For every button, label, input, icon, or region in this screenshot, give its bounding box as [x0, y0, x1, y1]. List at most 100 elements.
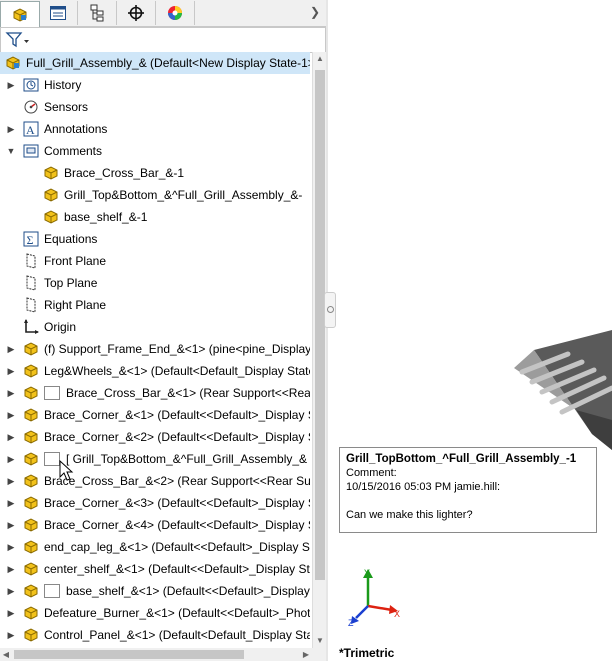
tree-item[interactable]: ▶ base_shelf_&<1> (Default<<Default>_Disp… [6, 580, 310, 602]
list-icon [50, 6, 66, 20]
plane-icon [22, 274, 40, 292]
tree-item-label: Brace_Cross_Bar_&-1 [64, 166, 185, 180]
tree-item[interactable]: ▶ Brace_Corner_&<2> (Default<<Default>_Di… [6, 426, 310, 448]
tree-item-label: [ Grill_Top&Bottom_&^Full_Grill_Assembly… [66, 452, 308, 466]
comment-indicator-icon[interactable] [44, 584, 60, 598]
expand-arrow-icon[interactable]: ▶ [6, 602, 16, 624]
tree-item[interactable]: ▶ Brace_Cross_Bar_&<1> (Rear Support<<Rea… [6, 382, 310, 404]
tree-root[interactable]: Full_Grill_Assembly_& (Default<New Displ… [0, 52, 310, 74]
horizontal-scrollbar[interactable]: ◀ ▶ [0, 648, 326, 661]
color-wheel-icon [168, 6, 182, 20]
part-icon [22, 406, 40, 424]
tree-item[interactable]: Front Plane [6, 250, 106, 272]
configuration-manager-tab[interactable] [78, 1, 117, 25]
sensor-icon [22, 98, 40, 116]
comment-folder-icon [22, 142, 40, 160]
tree-item-label: Brace_Cross_Bar_&<1> (Rear Support<<Rear [66, 386, 310, 400]
tree-item[interactable]: ▼ Comments [6, 140, 102, 162]
part-icon [22, 494, 40, 512]
tree-item[interactable]: ▶ A Annotations [6, 118, 107, 140]
expand-arrow-icon[interactable]: ▶ [6, 580, 16, 602]
tree-item-label: Equations [44, 232, 98, 246]
grill-model-viewport[interactable] [500, 330, 612, 450]
comment-indicator-icon[interactable] [44, 386, 60, 400]
scroll-right-icon[interactable]: ▶ [300, 648, 312, 662]
feature-manager-tab[interactable] [0, 1, 40, 27]
origin-icon [22, 318, 40, 336]
tree-item[interactable]: Origin [6, 316, 76, 338]
tree-item[interactable]: ▶ [ Grill_Top&Bottom_&^Full_Grill_Assembl… [6, 448, 307, 470]
expand-arrow-icon[interactable]: ▶ [6, 514, 16, 536]
tree-item-label: Front Plane [44, 254, 107, 268]
expand-arrow-icon[interactable]: ▶ [6, 118, 16, 140]
scroll-up-icon[interactable]: ▲ [313, 52, 327, 66]
horizontal-scroll-thumb[interactable] [14, 650, 244, 659]
manager-tabs: ❯ [0, 0, 326, 27]
reference-triad: Y X Z [348, 568, 400, 628]
tree-item[interactable]: ▶ Defeature_Burner_&<1> (Default<<Default… [6, 602, 310, 624]
tree-item[interactable]: ▶ Leg&Wheels_&<1> (Default<Default_Displa… [6, 360, 310, 382]
tree-item[interactable]: ▶ Brace_Cross_Bar_&<2> (Rear Support<<Rea… [6, 470, 310, 492]
tree-item[interactable]: ▶ History [6, 74, 82, 96]
tree-item-label: end_cap_leg_&<1> (Default<<Default>_Disp… [44, 540, 310, 554]
splitter-grip[interactable] [324, 292, 336, 328]
tree-item[interactable]: Right Plane [6, 294, 106, 316]
panel-splitter[interactable] [326, 0, 328, 661]
tree-item[interactable]: ▶ Brace_Corner_&<1> (Default<<Default>_Di… [6, 404, 310, 426]
equation-icon: Σ [22, 230, 40, 248]
crosshair-icon [128, 5, 144, 21]
tree-item-label: Top Plane [44, 276, 98, 290]
tree-item[interactable]: ▶ end_cap_leg_&<1> (Default<<Default>_Dis… [6, 536, 310, 558]
chevron-right-icon[interactable]: ❯ [308, 4, 322, 20]
vertical-scrollbar[interactable]: ▲ ▼ [312, 52, 327, 648]
tree-item[interactable]: Σ Equations [6, 228, 97, 250]
tree-item-label: Origin [44, 320, 77, 334]
part-icon [22, 384, 40, 402]
collapse-arrow-icon[interactable]: ▼ [6, 140, 16, 162]
expand-arrow-icon[interactable]: ▶ [6, 426, 16, 448]
expand-arrow-icon[interactable]: ▶ [6, 492, 16, 514]
tree-item[interactable]: ▶ center_shelf_&<1> (Default<<Default>_Di… [6, 558, 310, 580]
tree-item[interactable]: ▶ Brace_Corner_&<4> (Default<<Default>_Di… [6, 514, 310, 536]
part-icon [22, 560, 40, 578]
tree-item-label: Brace_Corner_&<2> (Default<<Default>_Dis… [44, 430, 310, 444]
expand-arrow-icon[interactable]: ▶ [6, 382, 16, 404]
tree-item[interactable]: Top Plane [6, 272, 97, 294]
expand-arrow-icon[interactable]: ▶ [6, 338, 16, 360]
scroll-left-icon[interactable]: ◀ [0, 648, 12, 662]
tree-item-label: Defeature_Burner_&<1> (Default<<Default>… [44, 606, 310, 620]
tree-item-label: Brace_Corner_&<1> (Default<<Default>_Dis… [44, 408, 310, 422]
tree-item[interactable]: Sensors [6, 96, 88, 118]
expand-arrow-icon[interactable]: ▶ [6, 404, 16, 426]
expand-arrow-icon[interactable]: ▶ [6, 448, 16, 470]
tree-item[interactable]: ▶ Brace_Corner_&<3> (Default<<Default>_Di… [6, 492, 310, 514]
tree-item-label: Leg&Wheels_&<1> (Default<Default_Display… [44, 364, 310, 378]
expand-arrow-icon[interactable]: ▶ [6, 558, 16, 580]
part-icon [42, 186, 60, 204]
expand-arrow-icon[interactable]: ▶ [6, 470, 16, 492]
feature-tree: Full_Grill_Assembly_& (Default<New Displ… [0, 52, 310, 648]
part-icon [22, 582, 40, 600]
grip-dot-icon [327, 306, 334, 313]
display-manager-tab[interactable] [156, 1, 195, 25]
tree-item[interactable]: base_shelf_&-1 [30, 206, 147, 228]
tree-item[interactable]: Brace_Cross_Bar_&-1 [30, 162, 184, 184]
filter-bar [0, 27, 326, 53]
expand-arrow-icon[interactable]: ▶ [6, 536, 16, 558]
tree-item-label: base_shelf_&-1 [64, 210, 148, 224]
scroll-down-icon[interactable]: ▼ [313, 634, 327, 648]
expand-arrow-icon[interactable]: ▶ [6, 624, 16, 646]
history-icon [22, 76, 40, 94]
mouse-cursor-icon [59, 460, 74, 481]
filter-button[interactable] [5, 31, 31, 49]
tree-item-label: Control_Panel_&<1> (Default<Default_Disp… [44, 628, 310, 642]
tree-item-label: center_shelf_&<1> (Default<<Default>_Dis… [44, 562, 310, 576]
property-manager-tab[interactable] [39, 1, 78, 25]
tree-item[interactable]: Grill_Top&Bottom_&^Full_Grill_Assembly_&… [30, 184, 302, 206]
tree-item[interactable]: ▶ Control_Panel_&<1> (Default<Default_Dis… [6, 624, 310, 646]
tree-item[interactable]: ▶ (f) Support_Frame_End_&<1> (pine<pine_D… [6, 338, 310, 360]
expand-arrow-icon[interactable]: ▶ [6, 360, 16, 382]
expand-arrow-icon[interactable]: ▶ [6, 74, 16, 96]
plane-icon [22, 252, 40, 270]
dimxpert-tab[interactable] [117, 1, 156, 25]
